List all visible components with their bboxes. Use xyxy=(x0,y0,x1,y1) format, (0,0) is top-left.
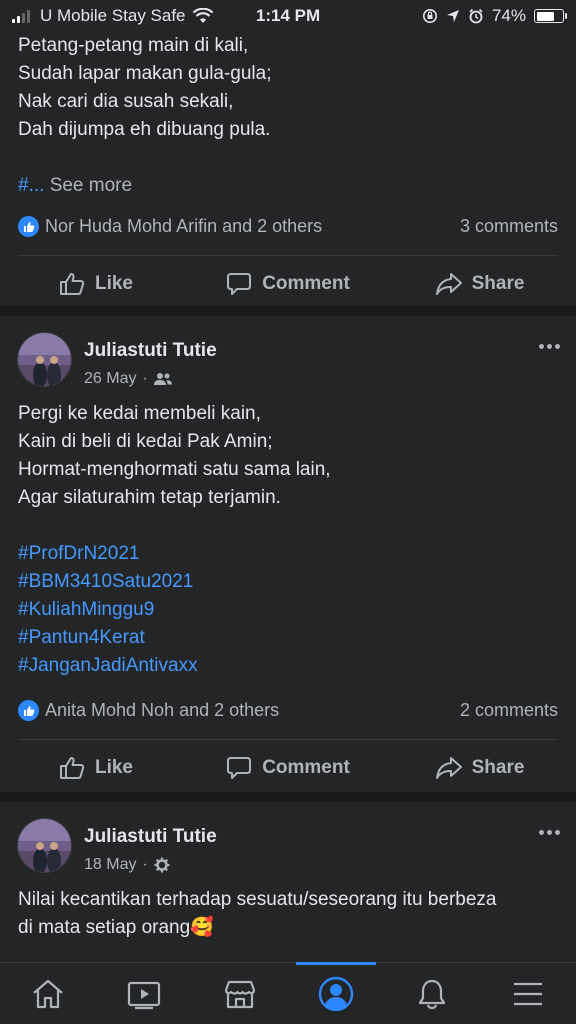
share-label: Share xyxy=(471,757,525,778)
post-date[interactable]: 26 May xyxy=(84,370,136,388)
author-name[interactable]: Juliastuti Tutie xyxy=(84,340,217,362)
author-name[interactable]: Juliastuti Tutie xyxy=(84,826,217,848)
truncated-hashtag[interactable]: #... xyxy=(18,175,44,196)
like-button[interactable]: Like xyxy=(0,740,192,796)
comment-label: Comment xyxy=(262,757,350,778)
marketplace-icon xyxy=(224,980,256,1008)
home-icon xyxy=(33,979,63,1008)
comments-count[interactable]: 2 comments xyxy=(460,700,558,721)
post-line: di mata setiap orang🥰 xyxy=(18,917,214,938)
hashtag-link[interactable]: #BBM3410Satu2021 xyxy=(18,568,558,596)
alarm-icon xyxy=(469,8,483,24)
menu-icon xyxy=(514,982,542,1005)
share-button[interactable]: Share xyxy=(384,256,576,312)
share-icon xyxy=(435,757,462,779)
hashtag-link[interactable]: #Pantun4Kerat xyxy=(18,624,558,652)
nav-profile[interactable] xyxy=(288,962,384,1024)
post-line: Nak cari dia susah sekali, xyxy=(18,91,234,112)
post-line: Nilai kecantikan terhadap sesuatu/seseor… xyxy=(18,889,497,910)
post-header: Juliastuti Tutie 26 May · xyxy=(0,316,576,400)
see-more-link[interactable]: See more xyxy=(50,175,132,196)
hashtag-link[interactable]: #JanganJadiAntivaxx xyxy=(18,652,558,680)
share-label: Share xyxy=(471,273,525,294)
post-line: Petang-petang main di kali, xyxy=(18,35,249,56)
meta-separator: · xyxy=(142,370,148,387)
post-actions: Like Comment Share xyxy=(0,740,576,796)
post-line: Agar silaturahim tetap terjamin. xyxy=(18,487,281,508)
nav-marketplace[interactable] xyxy=(192,963,288,1024)
comment-button[interactable]: Comment xyxy=(192,740,384,796)
post-card: Juliastuti Tutie 26 May · Pergi ke kedai… xyxy=(0,316,576,792)
like-reaction-icon xyxy=(18,216,39,237)
post-date[interactable]: 18 May xyxy=(84,856,136,874)
hashtag-link[interactable]: #ProfDrN2021 xyxy=(18,540,558,568)
post-actions: Like Comment Share xyxy=(0,256,576,312)
post-meta: 26 May · xyxy=(84,370,172,388)
nav-home[interactable] xyxy=(0,963,96,1024)
friends-icon xyxy=(153,373,172,385)
reactors-text[interactable]: Nor Huda Mohd Arifin and 2 others xyxy=(45,216,322,237)
gear-icon xyxy=(154,857,170,873)
nav-menu[interactable] xyxy=(480,963,576,1024)
reactions-summary[interactable]: Anita Mohd Noh and 2 others 2 comments xyxy=(18,684,558,740)
like-icon xyxy=(59,273,85,295)
news-feed[interactable]: Petang-petang main di kali, Sudah lapar … xyxy=(0,32,576,1002)
like-icon xyxy=(59,757,85,779)
orientation-lock-icon xyxy=(422,9,437,23)
post-line: Hormat-menghormati satu sama lain, xyxy=(18,459,331,480)
notifications-icon xyxy=(418,979,446,1009)
smiling-face-with-hearts-emoji: 🥰 xyxy=(190,917,214,938)
watch-icon xyxy=(127,981,161,1009)
reactions-summary[interactable]: Nor Huda Mohd Arifin and 2 others 3 comm… xyxy=(18,200,558,256)
battery-percent: 74% xyxy=(491,6,526,25)
post-text: Nilai kecantikan terhadap sesuatu/seseor… xyxy=(0,886,576,942)
post-header: Juliastuti Tutie 18 May · xyxy=(0,802,576,886)
post-text: Pergi ke kedai membeli kain, Kain di bel… xyxy=(0,400,576,680)
status-bar: U Mobile Stay Safe 1:14 PM 74% xyxy=(0,0,576,32)
post-line: Sudah lapar makan gula-gula; xyxy=(18,63,272,84)
hashtag-link[interactable]: #KuliahMinggu9 xyxy=(18,596,558,624)
avatar[interactable] xyxy=(17,332,72,387)
comment-icon xyxy=(227,273,252,295)
nav-notifications[interactable] xyxy=(384,963,480,1024)
like-reaction-icon xyxy=(18,700,39,721)
more-options-button[interactable] xyxy=(539,830,560,835)
comments-count[interactable]: 3 comments xyxy=(460,216,558,237)
comment-icon xyxy=(227,757,252,779)
bottom-nav xyxy=(0,962,576,1024)
status-right: 74% xyxy=(422,6,567,26)
share-button[interactable]: Share xyxy=(384,740,576,796)
location-icon xyxy=(446,10,459,22)
meta-separator: · xyxy=(142,856,148,873)
more-options-button[interactable] xyxy=(539,344,560,349)
share-icon xyxy=(435,273,462,295)
see-more-row[interactable]: #... See more xyxy=(18,172,558,200)
post-text: Petang-petang main di kali, Sudah lapar … xyxy=(0,32,576,200)
like-button[interactable]: Like xyxy=(0,256,192,312)
like-label: Like xyxy=(94,757,134,778)
profile-icon xyxy=(318,976,354,1011)
avatar[interactable] xyxy=(17,818,72,873)
post-line: Pergi ke kedai membeli kain, xyxy=(18,403,261,424)
reactors-text[interactable]: Anita Mohd Noh and 2 others xyxy=(45,700,279,721)
post-meta: 18 May · xyxy=(84,856,170,874)
post-card: Petang-petang main di kali, Sudah lapar … xyxy=(0,32,576,306)
post-line: Dah dijumpa eh dibuang pula. xyxy=(18,119,271,140)
post-line: Kain di beli di kedai Pak Amin; xyxy=(18,431,273,452)
nav-watch[interactable] xyxy=(96,963,192,1024)
comment-button[interactable]: Comment xyxy=(192,256,384,312)
battery-icon xyxy=(534,9,567,23)
like-label: Like xyxy=(94,273,134,294)
comment-label: Comment xyxy=(262,273,350,294)
